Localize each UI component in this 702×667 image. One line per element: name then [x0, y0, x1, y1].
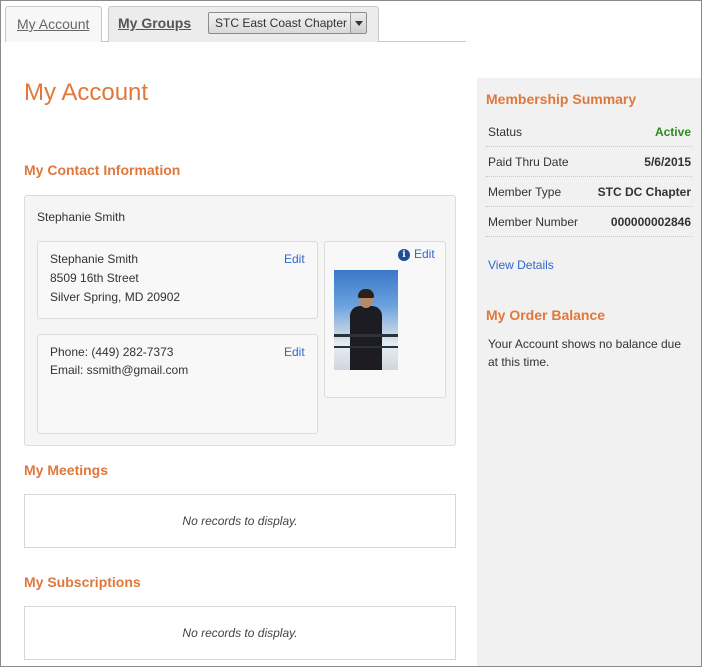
subscriptions-box: No records to display. — [24, 606, 456, 660]
tab-bar: My Account My Groups STC East Coast Chap… — [5, 6, 466, 42]
status-badge: Active — [654, 125, 691, 139]
group-select[interactable]: STC East Coast Chapter — [208, 12, 367, 34]
photo-railing — [334, 334, 398, 337]
edit-address-link[interactable]: Edit — [284, 252, 305, 266]
summary-label: Member Type — [488, 185, 562, 199]
phone-email-card: Phone: (449) 282-7373 Email: ssmith@gmai… — [37, 334, 318, 434]
summary-row-paid-thru: Paid Thru Date 5/6/2015 — [486, 147, 692, 177]
address-city: Silver Spring, MD 20902 — [50, 290, 181, 304]
summary-value: 000000002846 — [610, 215, 691, 229]
subscriptions-section-title: My Subscriptions — [24, 574, 141, 590]
address-name: Stephanie Smith — [50, 252, 139, 266]
meetings-box: No records to display. — [24, 494, 456, 548]
tab-my-account[interactable]: My Account — [5, 6, 102, 42]
order-balance-title: My Order Balance — [486, 307, 606, 323]
tab-my-groups-label: My Groups — [118, 15, 192, 31]
edit-photo-link[interactable]: Edit — [414, 247, 435, 261]
email-text: Email: ssmith@gmail.com — [50, 363, 189, 377]
phone-text: Phone: (449) 282-7373 — [50, 345, 174, 359]
photo-person-hair — [358, 289, 374, 298]
photo-card: i Edit — [324, 241, 446, 398]
order-balance-text: Your Account shows no balance due at thi… — [488, 337, 682, 369]
meetings-empty-message: No records to display. — [182, 514, 298, 528]
address-card: Stephanie Smith 8509 16th Street Silver … — [37, 241, 318, 319]
info-icon[interactable]: i — [398, 249, 410, 261]
membership-summary-title: Membership Summary — [486, 91, 637, 107]
summary-label: Paid Thru Date — [488, 155, 569, 169]
tab-my-groups[interactable]: My Groups STC East Coast Chapter — [108, 6, 379, 42]
edit-phone-email-link[interactable]: Edit — [284, 345, 305, 359]
profile-photo — [334, 270, 398, 370]
summary-value: STC DC Chapter — [597, 185, 691, 199]
tab-my-account-label: My Account — [17, 16, 90, 32]
contact-section-title: My Contact Information — [24, 162, 181, 178]
photo-railing-lower — [334, 346, 398, 348]
summary-label: Member Number — [488, 215, 579, 229]
view-details-link[interactable]: View Details — [488, 258, 554, 272]
contact-name: Stephanie Smith — [37, 210, 126, 224]
photo-person-body — [350, 306, 382, 370]
summary-row-member-number: Member Number 000000002846 — [486, 207, 692, 237]
group-select-value: STC East Coast Chapter — [215, 16, 348, 30]
summary-value: 5/6/2015 — [644, 155, 691, 169]
chevron-down-icon[interactable] — [350, 13, 366, 33]
page-title: My Account — [24, 79, 149, 106]
subscriptions-empty-message: No records to display. — [182, 626, 298, 640]
summary-row-status: Status Active — [486, 117, 692, 147]
contact-info-box: Stephanie Smith Stephanie Smith 8509 16t… — [24, 195, 456, 446]
summary-label: Status — [488, 125, 523, 139]
meetings-section-title: My Meetings — [24, 462, 109, 478]
summary-row-member-type: Member Type STC DC Chapter — [486, 177, 692, 207]
address-street: 8509 16th Street — [50, 271, 139, 285]
